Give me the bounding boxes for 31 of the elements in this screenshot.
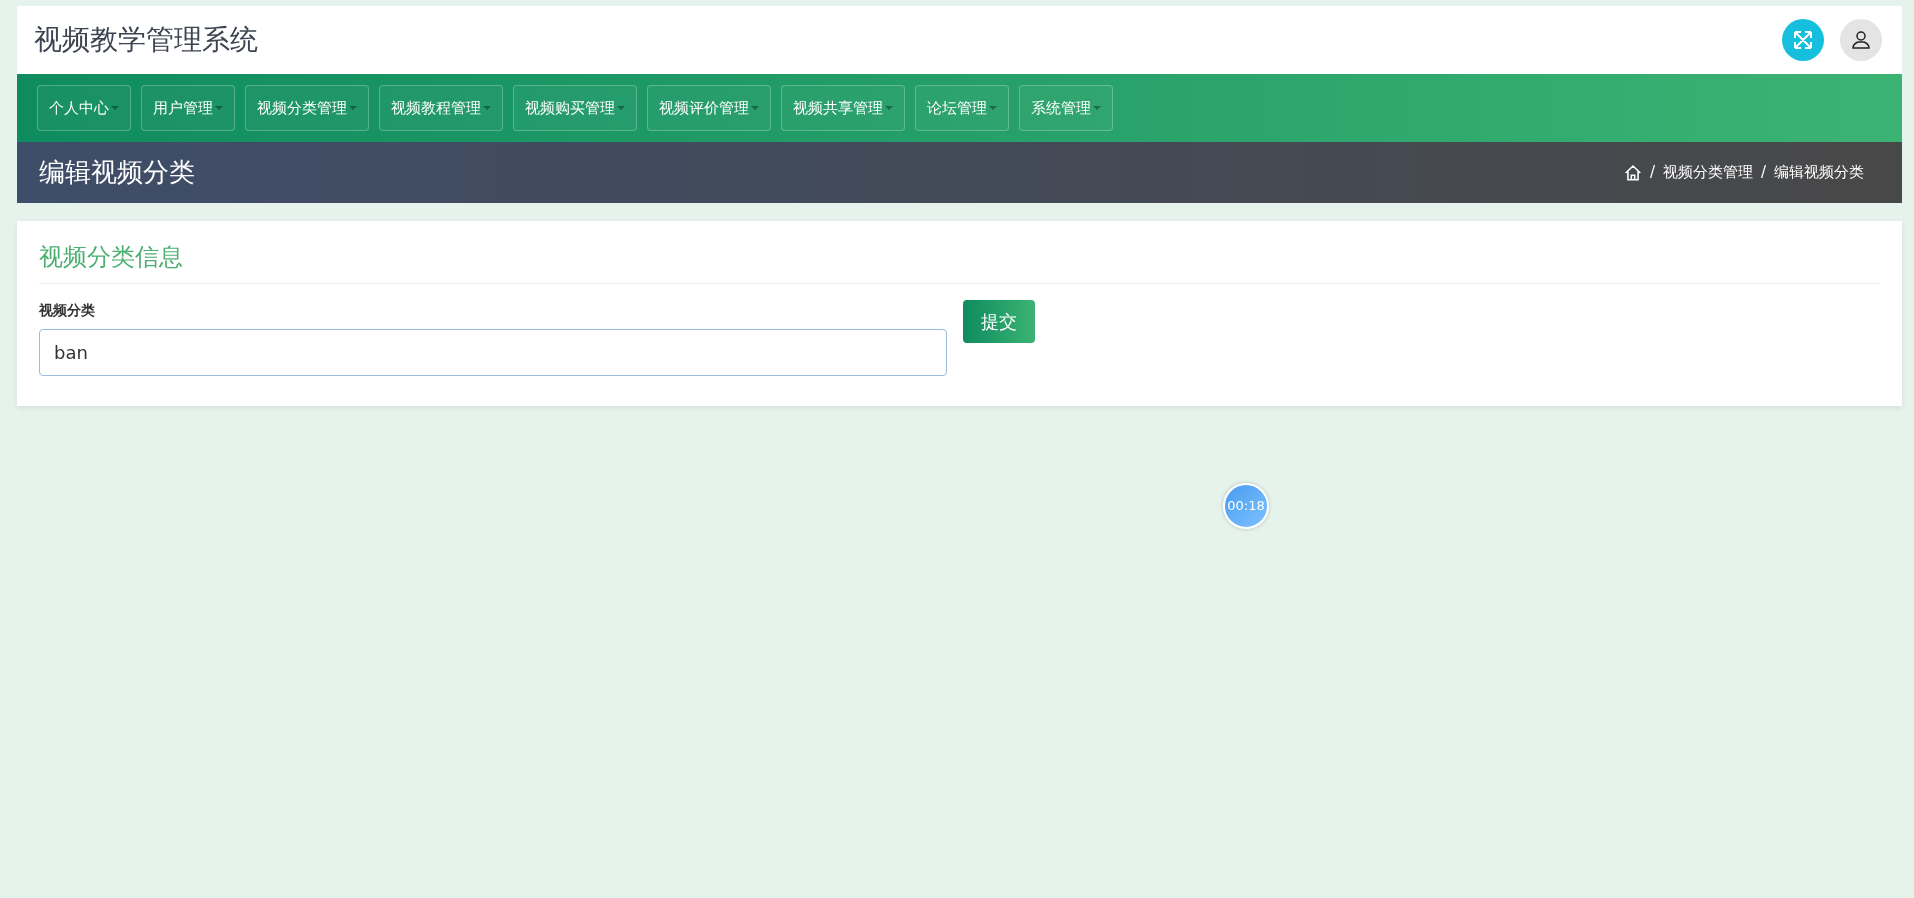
timer-badge: 00:18 xyxy=(1223,483,1269,529)
field-label: 视频分类 xyxy=(39,301,96,320)
caret-icon xyxy=(1093,106,1101,110)
caret-icon xyxy=(885,106,893,110)
caret-icon xyxy=(215,106,223,110)
app-title: 视频教学管理系统 xyxy=(34,22,258,58)
page-title: 编辑视频分类 xyxy=(39,156,195,189)
nav-menu-button[interactable]: 视频分类管理 xyxy=(245,85,369,131)
user-icon[interactable] xyxy=(1840,19,1882,61)
breadcrumb-item[interactable]: 视频分类管理 xyxy=(1662,161,1753,184)
caret-icon xyxy=(751,106,759,110)
caret-icon xyxy=(989,106,997,110)
section-heading: 视频分类信息 xyxy=(39,239,1880,284)
submit-button[interactable]: 提交 xyxy=(963,300,1035,343)
nav-menu-button[interactable]: 论坛管理 xyxy=(915,85,1009,131)
nav-menu-button[interactable]: 视频教程管理 xyxy=(379,85,503,131)
nav-menu-button[interactable]: 个人中心 xyxy=(37,85,131,131)
breadcrumb-separator: / xyxy=(1760,162,1766,184)
caret-icon xyxy=(483,106,491,110)
breadcrumb-separator: / xyxy=(1649,162,1655,184)
nav-menu-button[interactable]: 视频购买管理 xyxy=(513,85,637,131)
caret-icon xyxy=(617,106,625,110)
nav-menu-button[interactable]: 视频评价管理 xyxy=(647,85,771,131)
caret-icon xyxy=(349,106,357,110)
breadcrumb-item: 编辑视频分类 xyxy=(1774,162,1864,184)
home-icon[interactable] xyxy=(1623,163,1642,182)
nav-menu-button[interactable]: 系统管理 xyxy=(1019,85,1113,131)
caret-icon xyxy=(111,106,119,110)
nav-menu-button[interactable]: 用户管理 xyxy=(141,85,235,131)
category-input[interactable]: ban xyxy=(39,329,947,376)
nav-menu-button[interactable]: 视频共享管理 xyxy=(781,85,905,131)
